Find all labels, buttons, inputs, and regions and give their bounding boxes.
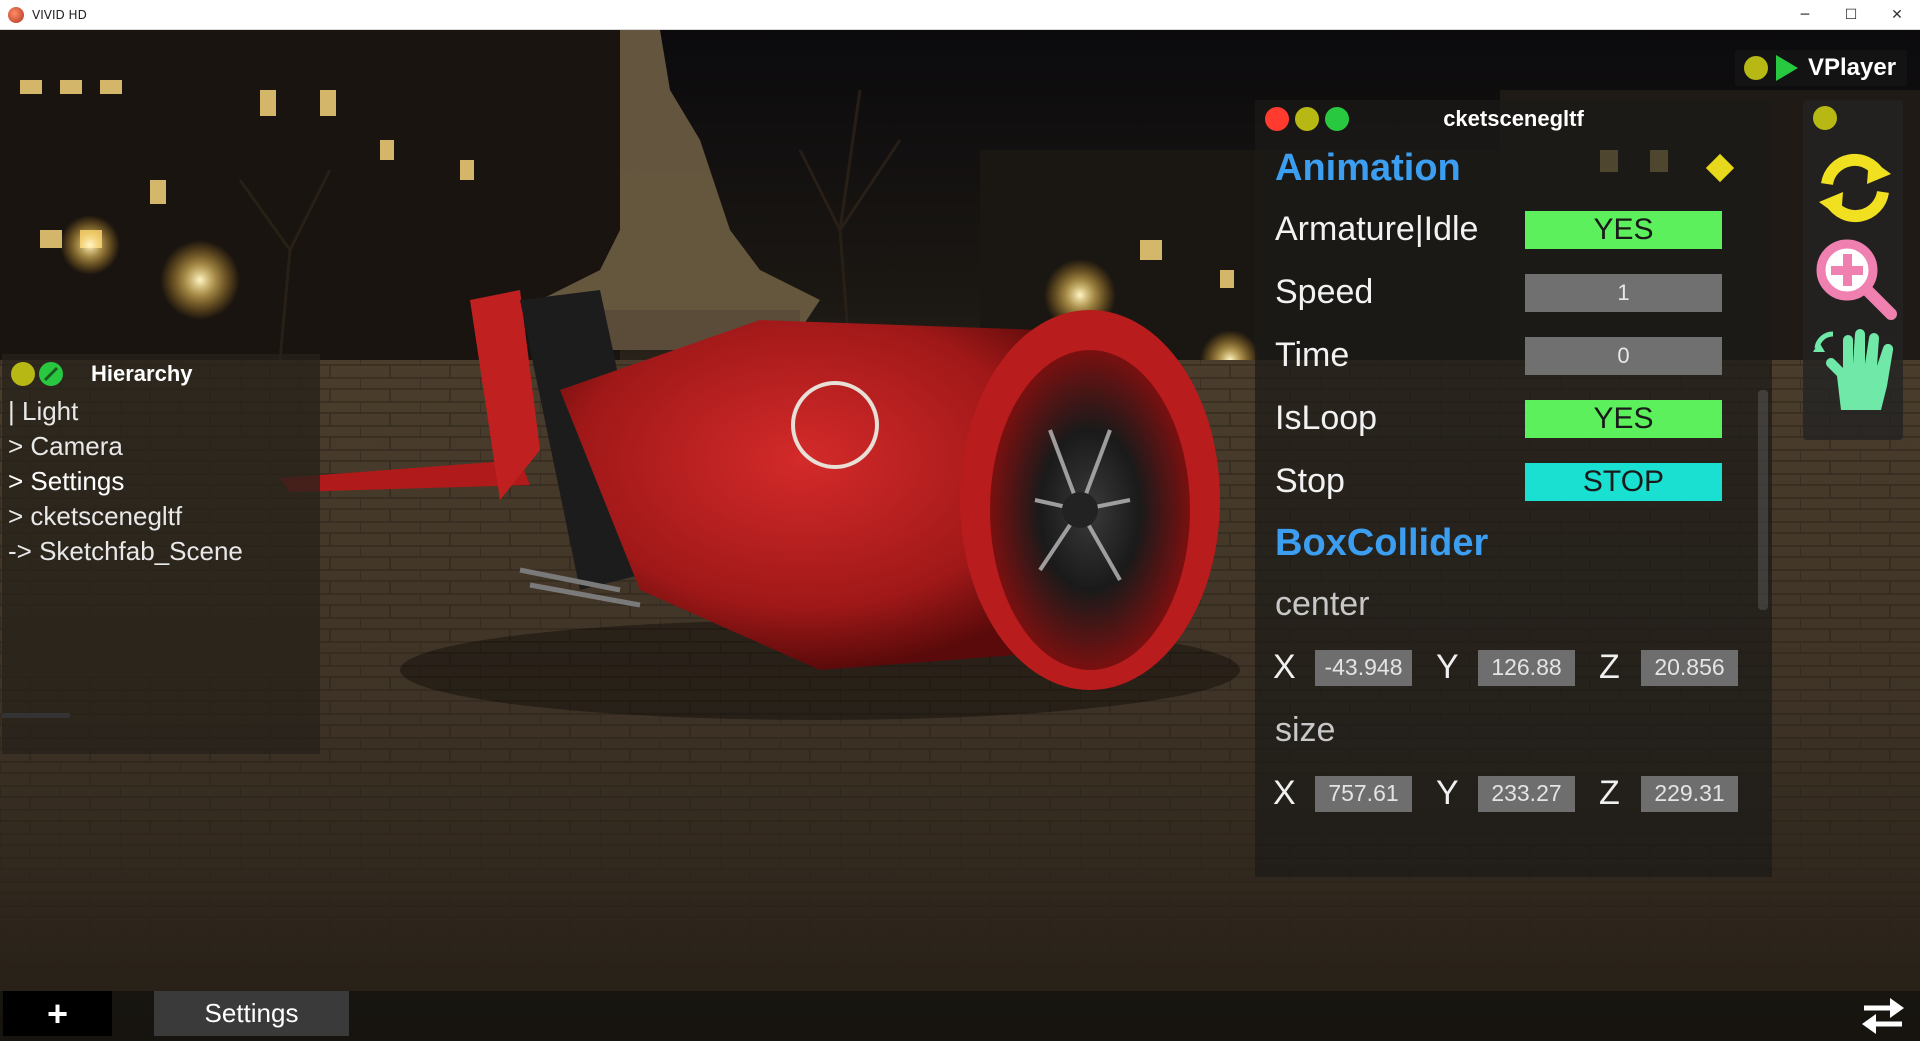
maximize-inspector-icon[interactable] [1325, 107, 1349, 131]
hierarchy-title: Hierarchy [91, 361, 193, 386]
add-button[interactable]: + [3, 991, 112, 1036]
size-y-input[interactable]: 233.27 [1478, 775, 1575, 812]
prop-label-speed: Speed [1275, 273, 1374, 311]
olive-status-icon [1744, 56, 1768, 80]
hierarchy-item-camera[interactable]: > Camera [2, 429, 320, 464]
center-y-label: Y [1436, 648, 1459, 686]
close-window-button[interactable]: ✕ [1874, 0, 1920, 30]
size-label: size [1275, 711, 1336, 749]
size-z-label: Z [1599, 774, 1620, 812]
center-z-input[interactable]: 20.856 [1641, 649, 1738, 686]
inspector-panel: cketscenegltf Animation Armature|Idle YE… [1255, 100, 1772, 877]
time-input[interactable]: 0 [1525, 336, 1722, 375]
speed-input[interactable]: 1 [1525, 273, 1722, 312]
prop-label-time: Time [1275, 336, 1350, 374]
vplayer-label: VPlayer [1808, 54, 1897, 81]
prop-label-stop: Stop [1275, 462, 1345, 500]
hierarchy-item-cketscenegltf[interactable]: > cketscenegltf [2, 499, 320, 534]
hierarchy-item-light[interactable]: | Light [2, 394, 320, 429]
hierarchy-minimize-icon[interactable] [11, 362, 35, 386]
window-controls: ─ ☐ ✕ [1782, 0, 1920, 30]
center-x-label: X [1273, 648, 1296, 686]
swap-arrows-icon[interactable] [1860, 994, 1906, 1036]
play-icon[interactable] [1776, 55, 1798, 81]
prop-row-time: Time 0 [1255, 324, 1772, 387]
minimize-inspector-icon[interactable] [1295, 107, 1319, 131]
hierarchy-scrollbar[interactable] [2, 713, 70, 718]
animation-title-text: Animation [1275, 147, 1461, 189]
bottom-bar: + Settings [0, 991, 1920, 1041]
size-xyz-row: X 757.61 Y 233.27 Z 229.31 [1255, 762, 1772, 825]
prop-row-speed: Speed 1 [1255, 261, 1772, 324]
prop-row-armature-idle: Armature|Idle YES [1255, 198, 1772, 261]
toolstrip-status-icon[interactable] [1813, 106, 1837, 130]
vplayer-badge[interactable]: VPlayer [1735, 50, 1907, 86]
center-y-input[interactable]: 126.88 [1478, 649, 1575, 686]
keyframe-diamond-icon[interactable] [1705, 153, 1735, 183]
app-logo-icon [8, 6, 24, 23]
hierarchy-tree: | Light > Camera > Settings > cketsceneg… [2, 394, 320, 569]
prop-row-stop: Stop STOP [1255, 450, 1772, 513]
prop-row-isloop: IsLoop YES [1255, 387, 1772, 450]
hierarchy-item-sketchfab-scene[interactable]: -> Sketchfab_Scene [2, 534, 320, 569]
hierarchy-header[interactable]: Hierarchy [2, 354, 320, 394]
pan-hand-icon[interactable] [1811, 326, 1899, 414]
stop-button[interactable]: STOP [1525, 462, 1722, 501]
prop-label-isloop: IsLoop [1275, 399, 1378, 437]
size-y-label: Y [1436, 774, 1459, 812]
boxcollider-section-title: BoxCollider [1275, 522, 1489, 564]
hierarchy-panel: Hierarchy | Light > Camera > Settings > … [2, 354, 320, 754]
window-titlebar: VIVID HD ─ ☐ ✕ [0, 0, 1920, 30]
minimize-button[interactable]: ─ [1782, 0, 1828, 30]
center-x-input[interactable]: -43.948 [1315, 649, 1412, 686]
maximize-button[interactable]: ☐ [1828, 0, 1874, 30]
window-title: VIVID HD [32, 7, 87, 22]
zoom-in-icon[interactable] [1811, 234, 1899, 322]
prop-label-armature-idle: Armature|Idle [1275, 210, 1479, 248]
center-label: center [1275, 585, 1370, 623]
isloop-toggle[interactable]: YES [1525, 399, 1722, 438]
size-x-input[interactable]: 757.61 [1315, 775, 1412, 812]
animation-section-title: Animation [1255, 138, 1772, 198]
inspector-scrollbar[interactable] [1758, 390, 1768, 610]
sync-rotate-icon[interactable] [1811, 144, 1899, 232]
armature-idle-toggle[interactable]: YES [1525, 210, 1722, 249]
center-xyz-row: X -43.948 Y 126.88 Z 20.856 [1255, 636, 1772, 699]
inspector-header[interactable]: cketscenegltf [1255, 100, 1772, 138]
view-tool-strip [1803, 100, 1903, 440]
tab-settings[interactable]: Settings [154, 991, 349, 1036]
size-x-label: X [1273, 774, 1296, 812]
hierarchy-item-settings[interactable]: > Settings [2, 464, 320, 499]
close-inspector-icon[interactable] [1265, 107, 1289, 131]
hierarchy-toggle-icon[interactable] [39, 362, 63, 386]
center-z-label: Z [1599, 648, 1620, 686]
size-z-input[interactable]: 229.31 [1641, 775, 1738, 812]
